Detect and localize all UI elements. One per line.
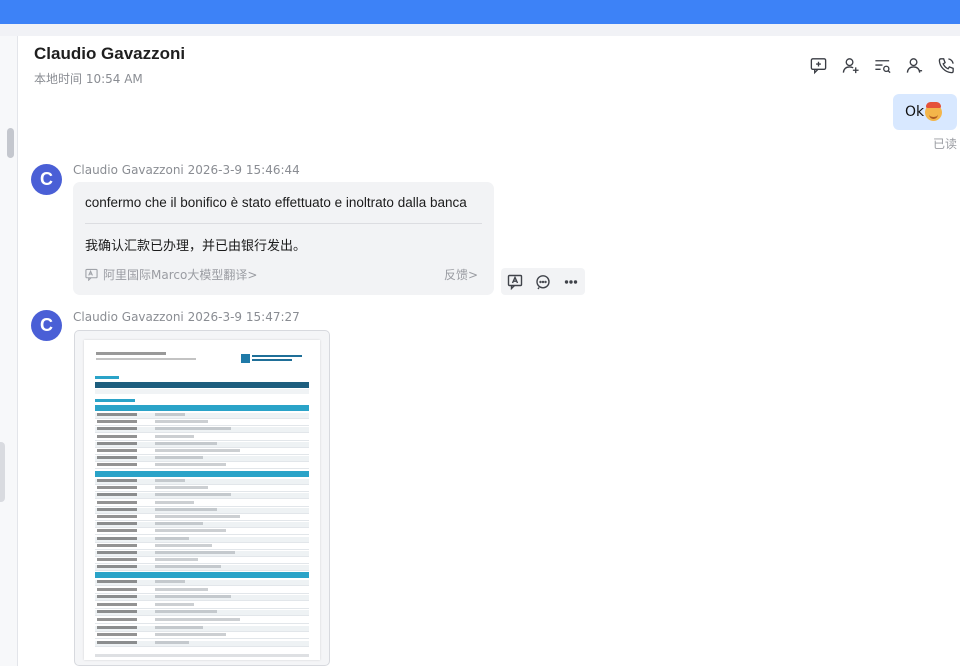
add-person-icon[interactable] bbox=[840, 54, 860, 76]
original-message-text: confermo che il bonifico è stato effettu… bbox=[85, 195, 467, 210]
document-footer bbox=[95, 654, 309, 657]
contact-name: Claudio Gavazzoni bbox=[34, 44, 186, 63]
sub-bar bbox=[0, 24, 960, 36]
document-form-line bbox=[95, 551, 309, 557]
document-form-line bbox=[95, 595, 309, 602]
document-form-line bbox=[95, 580, 309, 586]
outgoing-message-text: Ok bbox=[905, 104, 925, 120]
side-tab-handle[interactable] bbox=[0, 442, 5, 502]
document-section-bar bbox=[95, 572, 309, 578]
header-toolbar bbox=[808, 54, 956, 76]
message-actions bbox=[501, 268, 585, 295]
translation-divider bbox=[85, 223, 482, 224]
document-form-line bbox=[95, 449, 309, 455]
document-form-line bbox=[95, 565, 309, 572]
sender-name: Claudio Gavazzoni bbox=[73, 163, 184, 177]
document-form-line bbox=[95, 456, 309, 463]
document-form-line bbox=[95, 515, 309, 521]
translated-message-text: 我确认汇款已办理，并已由银行发出。 bbox=[85, 239, 307, 254]
document-form-line bbox=[95, 500, 309, 507]
document-form-line bbox=[95, 587, 309, 594]
document-form-line bbox=[95, 463, 309, 470]
document-form-line bbox=[95, 625, 309, 632]
document-form-line bbox=[95, 522, 309, 529]
translate-action-icon[interactable] bbox=[501, 268, 529, 295]
document-form-line bbox=[95, 413, 309, 419]
chat-header: Claudio Gavazzoni 本地时间 10:54 AM bbox=[34, 44, 185, 87]
translation-engine-link[interactable]: 阿里国际Marco大模型翻译> bbox=[85, 266, 257, 283]
bank-transfer-document-image bbox=[84, 340, 320, 660]
document-form-line bbox=[95, 602, 309, 609]
document-form-line bbox=[95, 529, 309, 536]
person-icon[interactable] bbox=[904, 54, 924, 76]
document-form-line bbox=[95, 610, 309, 617]
sender-name: Claudio Gavazzoni bbox=[73, 310, 184, 324]
document-form-line bbox=[95, 427, 309, 434]
phone-icon[interactable] bbox=[936, 54, 956, 76]
document-form-line bbox=[95, 618, 309, 624]
document-form-line bbox=[95, 441, 309, 448]
document-form-line bbox=[95, 493, 309, 500]
avatar[interactable]: C bbox=[31, 164, 62, 195]
document-subtitle bbox=[95, 399, 135, 402]
feedback-link[interactable]: 反馈> bbox=[444, 266, 482, 283]
document-form-line bbox=[95, 633, 309, 640]
message-meta: Claudio Gavazzoni 2026-3-9 15:46:44 bbox=[73, 163, 300, 177]
document-form-line bbox=[95, 507, 309, 514]
document-section-title bbox=[95, 376, 119, 379]
document-form-line bbox=[95, 420, 309, 427]
search-list-icon[interactable] bbox=[872, 54, 892, 76]
local-time: 本地时间 10:54 AM bbox=[34, 72, 143, 86]
comment-plus-icon[interactable] bbox=[808, 54, 828, 76]
document-form-line bbox=[95, 543, 309, 550]
document-form-line bbox=[95, 558, 309, 565]
message-timestamp: 2026-3-9 15:46:44 bbox=[187, 163, 300, 177]
translation-footer: 阿里国际Marco大模型翻译> 反馈> bbox=[85, 266, 482, 283]
translation-engine-label: 阿里国际Marco大模型翻译> bbox=[103, 268, 258, 282]
document-form-line bbox=[95, 640, 309, 647]
outgoing-message-bubble[interactable]: Ok bbox=[893, 94, 957, 130]
document-table-row bbox=[95, 389, 309, 394]
document-form-line bbox=[95, 536, 309, 543]
document-form-line bbox=[95, 434, 309, 441]
incoming-message-bubble[interactable]: confermo che il bonifico è stato effettu… bbox=[73, 182, 494, 295]
translate-icon bbox=[85, 268, 98, 281]
document-header-graphic bbox=[96, 352, 206, 360]
scrollbar-thumb[interactable] bbox=[7, 128, 14, 158]
message-meta: Claudio Gavazzoni 2026-3-9 15:47:27 bbox=[73, 310, 300, 324]
laughing-face-emoji-icon bbox=[925, 101, 943, 121]
document-form-line bbox=[95, 486, 309, 493]
document-section-bar bbox=[95, 405, 309, 411]
read-status: 已读 bbox=[933, 137, 958, 151]
more-options-icon[interactable] bbox=[557, 268, 585, 295]
avatar[interactable]: C bbox=[31, 310, 62, 341]
message-timestamp: 2026-3-9 15:47:27 bbox=[187, 310, 300, 324]
document-section-bar bbox=[95, 471, 309, 477]
reply-bubble-icon[interactable] bbox=[529, 268, 557, 295]
document-form-line bbox=[95, 479, 309, 485]
document-table-header bbox=[95, 382, 309, 388]
image-attachment[interactable] bbox=[74, 330, 330, 666]
top-bar bbox=[0, 0, 960, 24]
bank-logo bbox=[241, 351, 305, 365]
